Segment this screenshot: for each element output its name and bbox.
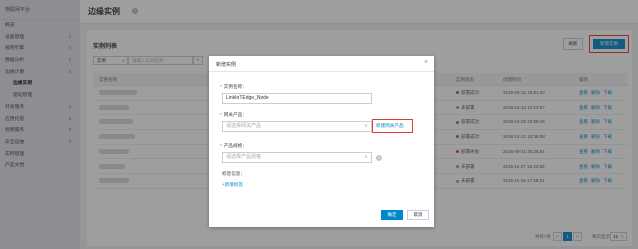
required-mark: *	[220, 84, 222, 89]
gateway-product-select[interactable]: 请选择网关产品 ∨	[222, 121, 372, 132]
required-mark: *	[220, 112, 222, 117]
name-label-text: 实例名称：	[223, 84, 247, 89]
name-label: * 实例名称：	[220, 84, 247, 90]
close-icon[interactable]: ×	[424, 59, 428, 66]
dialog-title: 新增实例	[216, 62, 237, 68]
spec-label: * 产品规格：	[220, 143, 247, 149]
gateway-product-placeholder: 请选择网关产品	[226, 123, 262, 129]
cancel-button[interactable]: 取消	[407, 210, 429, 220]
required-mark: *	[220, 143, 222, 148]
add-tag-link[interactable]: +新增标签	[222, 182, 243, 188]
add-instance-dialog: 新增实例 × * 实例名称： LinkIoTEdge_Node * 网关产品： 请选…	[209, 56, 434, 227]
product-spec-select[interactable]: 请选择产品规格 ∨	[222, 152, 372, 163]
new-product-highlight: 新建网关产品	[372, 119, 413, 133]
spec-label-text: 产品规格：	[223, 143, 247, 148]
new-gateway-product-link[interactable]: 新建网关产品	[376, 123, 404, 129]
product-label: * 网关产品：	[220, 112, 247, 118]
tag-label: 标签信息：	[222, 171, 245, 176]
dialog-header: 新增实例 ×	[209, 56, 434, 72]
chevron-down-icon: ∨	[364, 123, 368, 129]
product-spec-placeholder: 请选择产品规格	[226, 154, 262, 160]
chevron-down-icon: ∨	[364, 154, 368, 160]
confirm-button[interactable]: 确定	[381, 210, 403, 220]
product-label-text: 网关产品：	[223, 112, 247, 117]
instance-name-input[interactable]: LinkIoTEdge_Node	[222, 93, 372, 104]
help-icon[interactable]: ?	[376, 155, 382, 161]
